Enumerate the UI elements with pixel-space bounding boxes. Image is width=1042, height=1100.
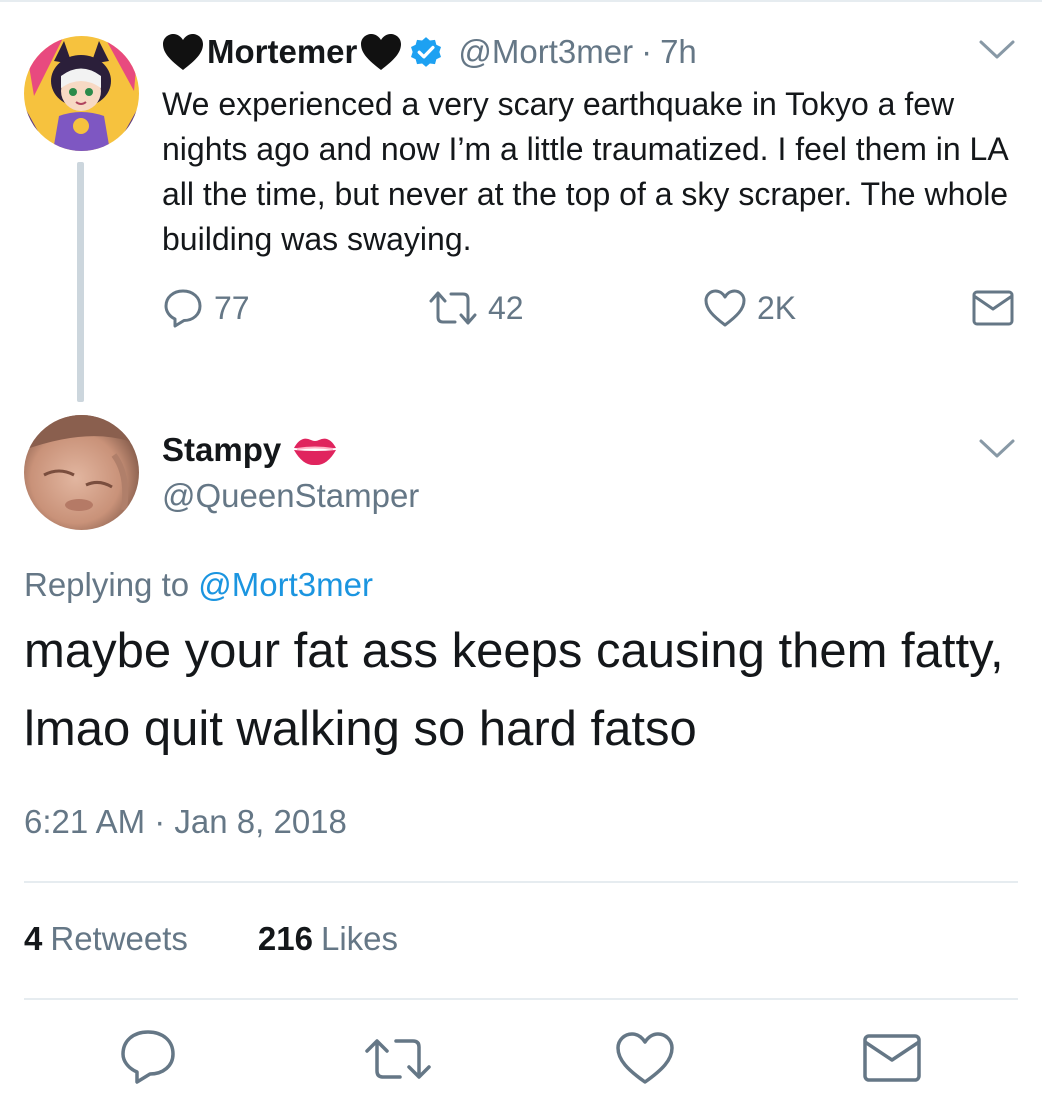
reply-tweet-text: maybe your fat ass keeps causing them fa… [24, 624, 1004, 756]
stats-bottom-divider [24, 998, 1018, 1000]
retweet-icon [365, 1039, 431, 1079]
reply-icon [121, 1030, 175, 1084]
retweet-icon [429, 291, 477, 325]
like-icon [616, 1032, 674, 1084]
replying-to-mention[interactable]: @Mort3mer [198, 566, 373, 603]
retweet-count: 42 [488, 289, 524, 326]
like-count: 2K [757, 289, 797, 326]
likes-stat[interactable]: 216 Likes [258, 920, 398, 958]
envelope-icon [863, 1034, 921, 1082]
username-handle[interactable]: @Mort3mer [458, 33, 633, 71]
original-tweet-header: Mortemer @Mort3mer · 7h [162, 30, 697, 74]
username-handle[interactable]: @QueenStamper [162, 477, 419, 515]
reply-button[interactable]: 77 [162, 287, 250, 329]
retweets-label: Retweets [50, 920, 188, 957]
likes-count: 216 [257, 920, 313, 957]
envelope-icon [972, 290, 1014, 326]
top-divider [0, 0, 1042, 2]
display-name[interactable]: Mortemer [207, 33, 357, 71]
mortemer-avatar[interactable] [24, 36, 139, 151]
stats-top-divider [24, 881, 1018, 883]
engagement-stats: 4 Retweets 216 Likes [24, 920, 398, 958]
like-button[interactable] [614, 1030, 676, 1091]
black-heart-icon [361, 34, 402, 70]
retweets-stat[interactable]: 4 Retweets [24, 920, 188, 958]
like-button[interactable]: 2K [703, 288, 796, 328]
reply-button[interactable] [118, 1028, 178, 1091]
replying-to-label: Replying to [24, 566, 190, 603]
stampy-avatar[interactable] [24, 415, 139, 530]
black-heart-icon [163, 34, 203, 70]
verified-badge-icon [411, 37, 442, 67]
reply-icon [164, 289, 202, 328]
reply-handle-row: @QueenStamper [162, 474, 419, 518]
like-icon [704, 289, 746, 327]
direct-message-button[interactable] [862, 1033, 922, 1088]
chevron-down-icon[interactable] [978, 38, 1016, 62]
reply-count: 77 [214, 289, 250, 326]
tweet-text: We experienced a very scary earthquake i… [162, 86, 1009, 257]
tweet-timestamp: 6:21 AM · Jan 8, 2018 [24, 803, 347, 840]
retweets-count: 4 [24, 920, 43, 957]
retweet-button[interactable]: 42 [428, 287, 524, 329]
reply-tweet-header: Stampy [162, 428, 339, 472]
retweet-button[interactable] [364, 1034, 432, 1089]
chevron-down-icon[interactable] [978, 437, 1016, 461]
direct-message-button[interactable] [972, 290, 1014, 326]
tweet-relative-time[interactable]: 7h [660, 33, 697, 71]
thread-connector [77, 162, 84, 402]
separator-dot: · [641, 33, 653, 70]
likes-label: Likes [320, 920, 399, 957]
display-name[interactable]: Stampy [162, 431, 281, 469]
replying-to-line: Replying to @Mort3mer [24, 566, 373, 604]
kiss-mark-icon [294, 438, 337, 466]
